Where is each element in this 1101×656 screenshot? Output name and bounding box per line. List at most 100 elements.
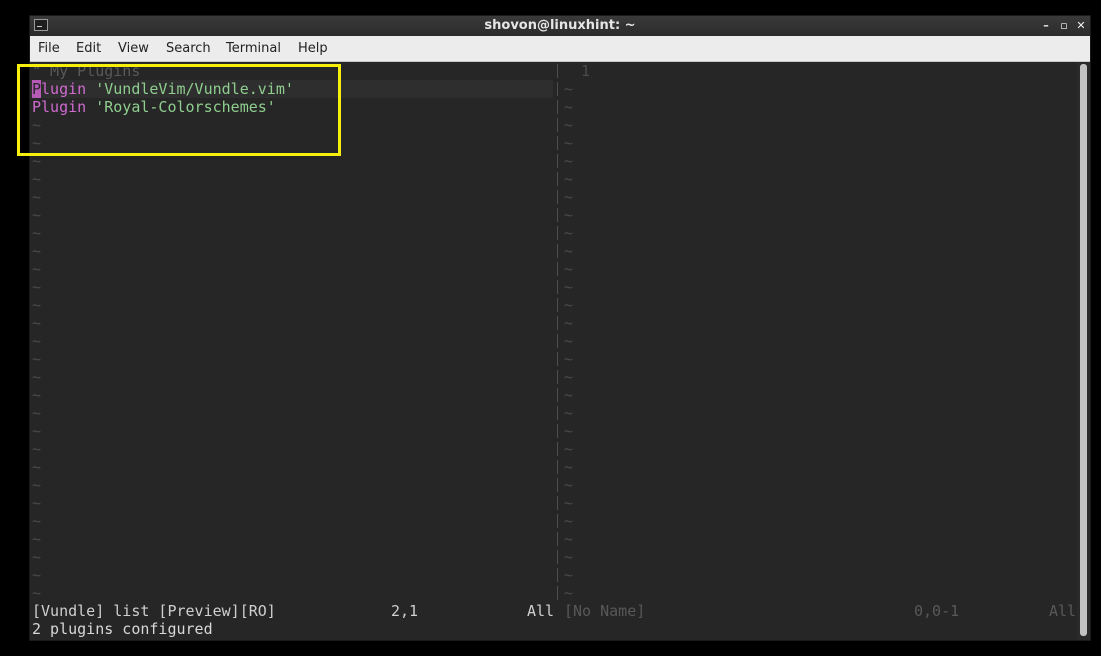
tilde-filler: ~: [564, 206, 574, 224]
tilde-filler: ~: [32, 494, 42, 512]
split-bar-segment: [557, 568, 558, 582]
menu-terminal[interactable]: Terminal: [226, 40, 281, 58]
tilde-filler: ~: [564, 494, 574, 512]
tilde-filler: ~: [564, 512, 574, 530]
plugin-value-2: 'Royal-Colorschemes': [86, 98, 276, 116]
split-bar-segment: [557, 352, 558, 366]
status-left-name: [Vundle] list [Preview][RO]: [32, 602, 276, 620]
terminal-window: shovon@linuxhint: ~ – ▫ ✕ File Edit View…: [30, 16, 1090, 640]
tilde-filler: ~: [564, 224, 574, 242]
split-bar-segment: [557, 64, 558, 78]
cursor: P: [32, 80, 42, 98]
tilde-filler: ~: [32, 152, 42, 170]
tilde-filler: ~: [564, 80, 574, 98]
tilde-filler: ~: [32, 440, 42, 458]
split-bar-segment: [557, 316, 558, 330]
tilde-filler: ~: [32, 278, 42, 296]
split-bar-segment: [557, 370, 558, 384]
tilde-filler: ~: [32, 368, 42, 386]
status-line-left: [Vundle] list [Preview][RO] 2,1 All: [30, 602, 558, 620]
split-bar-segment: [557, 496, 558, 510]
tilde-filler: ~: [564, 548, 574, 566]
tilde-filler: ~: [32, 476, 42, 494]
tilde-filler: ~: [564, 170, 574, 188]
tilde-filler: ~: [32, 350, 42, 368]
split-bar-segment: [557, 460, 558, 474]
split-bar-segment: [557, 334, 558, 348]
tilde-filler: ~: [564, 314, 574, 332]
tilde-filler: ~: [564, 584, 574, 602]
plugin-keyword-rest: lugin: [41, 80, 87, 98]
tilde-filler: ~: [564, 134, 574, 152]
tilde-filler: ~: [32, 134, 42, 152]
tilde-filler: ~: [32, 242, 42, 260]
tilde-filler: ~: [564, 386, 574, 404]
split-bar-segment: [557, 154, 558, 168]
split-bar-segment: [557, 406, 558, 420]
plugin-line-2[interactable]: Plugin 'Royal-Colorschemes': [32, 98, 276, 116]
tilde-filler: ~: [32, 296, 42, 314]
tilde-filler: ~: [32, 260, 42, 278]
tilde-filler: ~: [564, 296, 574, 314]
split-bar-segment: [557, 226, 558, 240]
scrollbar-thumb[interactable]: [1080, 64, 1087, 636]
tilde-filler: ~: [564, 332, 574, 350]
tilde-filler: ~: [32, 422, 42, 440]
terminal-area[interactable]: " My Plugins Plugin 'VundleVim/Vundle.vi…: [30, 62, 1077, 640]
menu-file[interactable]: File: [38, 40, 60, 58]
status-right-position: 0,0-1: [914, 602, 960, 620]
plugin-keyword-2: Plugin: [32, 98, 87, 116]
tilde-filler: ~: [564, 260, 574, 278]
split-bar-segment: [557, 550, 558, 564]
plugin-line-1[interactable]: Plugin 'VundleVim/Vundle.vim': [32, 80, 294, 98]
title-bar[interactable]: shovon@linuxhint: ~ – ▫ ✕: [30, 16, 1090, 36]
split-bar-segment: [557, 118, 558, 132]
menu-help[interactable]: Help: [298, 40, 328, 58]
minimize-icon[interactable]: –: [1038, 17, 1054, 35]
split-bar-segment: [557, 532, 558, 546]
split-bar-segment: [557, 244, 558, 258]
tilde-filler: ~: [32, 548, 42, 566]
split-bar-segment: [557, 298, 558, 312]
split-bar-segment: [557, 478, 558, 492]
tilde-filler: ~: [564, 278, 574, 296]
tilde-filler: ~: [32, 314, 42, 332]
tilde-filler: ~: [32, 188, 42, 206]
menu-edit[interactable]: Edit: [76, 40, 101, 58]
split-bar-segment: [557, 424, 558, 438]
tilde-filler: ~: [32, 386, 42, 404]
tilde-filler: ~: [32, 116, 42, 134]
tilde-filler: ~: [564, 98, 574, 116]
split-bar-segment: [557, 262, 558, 276]
tilde-filler: ~: [564, 368, 574, 386]
close-icon[interactable]: ✕: [1073, 17, 1089, 35]
tilde-filler: ~: [564, 440, 574, 458]
status-right-name: [No Name]: [564, 602, 646, 620]
status-left-scroll: All: [527, 602, 555, 620]
tilde-filler: ~: [32, 530, 42, 548]
tilde-filler: ~: [564, 422, 574, 440]
tilde-filler: ~: [32, 332, 42, 350]
message-line: 2 plugins configured: [32, 620, 213, 638]
tilde-filler: ~: [32, 566, 42, 584]
maximize-icon[interactable]: ▫: [1056, 17, 1072, 35]
tilde-filler: ~: [32, 224, 42, 242]
tilde-filler: ~: [564, 476, 574, 494]
tilde-filler: ~: [564, 458, 574, 476]
tilde-filler: ~: [32, 404, 42, 422]
split-bar-segment: [557, 442, 558, 456]
split-bar-segment: [557, 190, 558, 204]
tilde-filler: ~: [564, 404, 574, 422]
tilde-filler: ~: [564, 188, 574, 206]
menu-search[interactable]: Search: [166, 40, 211, 58]
menu-view[interactable]: View: [118, 40, 149, 58]
split-bar-segment: [557, 280, 558, 294]
tilde-filler: ~: [32, 584, 42, 602]
split-bar-segment: [557, 586, 558, 600]
split-bar-segment: [557, 172, 558, 186]
scrollbar[interactable]: [1077, 62, 1090, 640]
split-bar-segment: [557, 82, 558, 96]
menu-bar: File Edit View Search Terminal Help: [30, 36, 1090, 62]
tilde-filler: ~: [564, 152, 574, 170]
window-title: shovon@linuxhint: ~: [484, 18, 636, 33]
